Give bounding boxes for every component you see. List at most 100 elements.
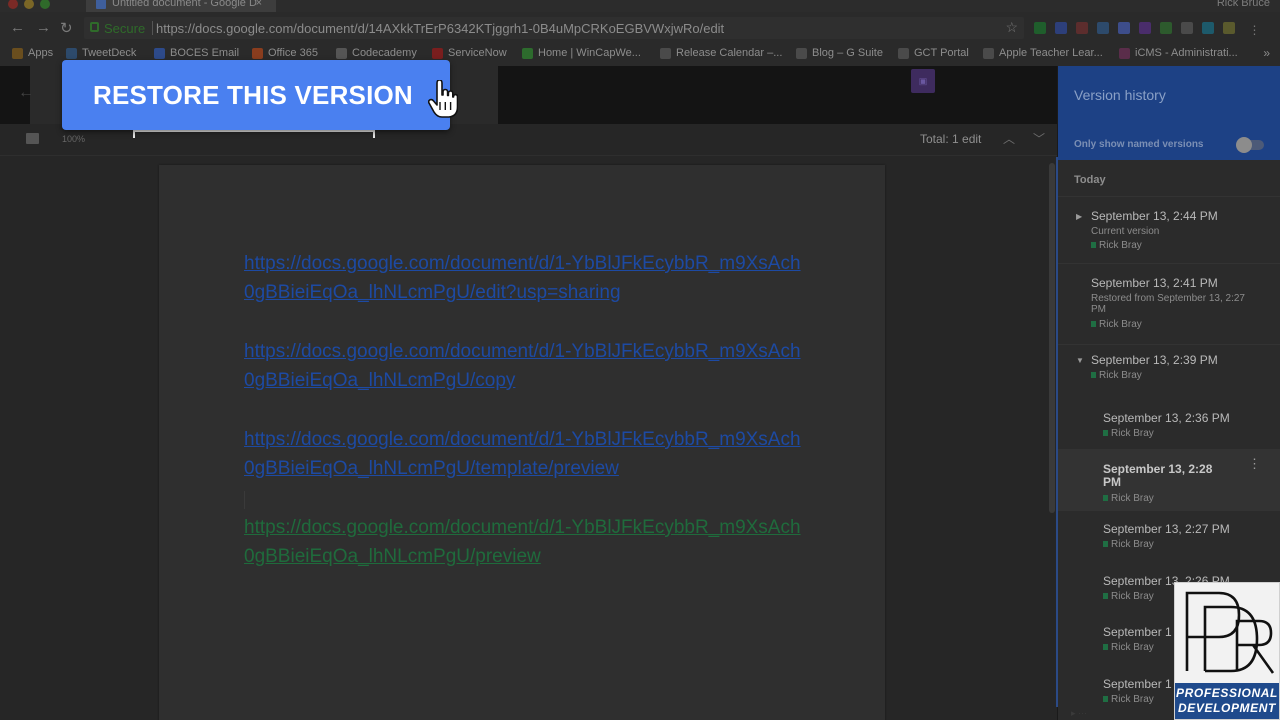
bookmark-favicon-icon	[66, 48, 77, 59]
bookmark-item[interactable]: Release Calendar –...	[660, 47, 782, 59]
google-g-icon	[796, 48, 807, 59]
version-note: Current version	[1091, 226, 1160, 237]
bookmark-item[interactable]: TweetDeck	[66, 47, 136, 59]
version-history-header: Version history Only show named versions	[1058, 66, 1280, 160]
bookmark-item[interactable]: Apps	[12, 47, 53, 59]
back-arrow-icon[interactable]: ←	[18, 84, 34, 102]
apple-icon	[983, 48, 994, 59]
bookmark-favicon-icon	[1119, 48, 1130, 59]
extension-icon[interactable]	[1223, 22, 1235, 34]
version-author: Rick Bray	[1103, 694, 1154, 705]
toggle-knob[interactable]	[1236, 137, 1252, 153]
extension-icon[interactable]	[1118, 22, 1130, 34]
version-author: Rick Bray	[1103, 428, 1154, 439]
chrome-menu-icon[interactable]: ⋮	[1248, 23, 1260, 37]
extension-icon[interactable]	[1076, 22, 1088, 34]
back-arrow-icon[interactable]: ←	[10, 19, 25, 36]
bookmark-favicon-icon	[154, 48, 165, 59]
bookmark-item[interactable]: iCMS - Administrati...	[1119, 47, 1238, 59]
more-bookmarks-icon[interactable]: »	[1263, 46, 1270, 60]
extension-icon[interactable]	[1034, 22, 1046, 34]
version-date: September 13, 2:36 PM	[1103, 411, 1230, 425]
version-author: Rick Bray	[1103, 591, 1154, 602]
version-author: Rick Bray	[1091, 240, 1142, 251]
browser-tab[interactable]: Untitled document - Google D ×	[86, 0, 276, 12]
named-versions-toggle[interactable]	[1236, 137, 1264, 153]
extension-icons: ⋮	[1034, 21, 1269, 39]
minimize-window-icon[interactable]	[24, 0, 34, 9]
section-today: Today	[1074, 174, 1106, 186]
bookmark-item[interactable]: Apple Teacher Lear...	[983, 47, 1103, 59]
bookmark-item[interactable]: ServiceNow	[432, 47, 507, 59]
doc-link-added[interactable]: https://docs.google.com/document/d/1-YbB…	[244, 513, 804, 571]
extension-icon[interactable]	[1181, 22, 1193, 34]
print-icon[interactable]	[26, 133, 39, 144]
profile-name[interactable]: Rick Bruce	[1217, 0, 1270, 9]
bookmark-favicon-icon	[252, 48, 263, 59]
omnibox[interactable]: Secure https://docs.google.com/document/…	[84, 17, 1024, 39]
version-author: Rick Bray	[1091, 370, 1142, 381]
version-author: Rick Bray	[1091, 319, 1142, 330]
version-date: September 13, 2:27 PM	[1103, 522, 1230, 536]
tab-title: Untitled document - Google D	[112, 0, 257, 9]
bookmark-item[interactable]: Home | WinCapWe...	[522, 47, 641, 59]
version-author: Rick Bray	[1103, 493, 1154, 504]
extension-icon[interactable]	[1139, 22, 1151, 34]
google-g-icon	[898, 48, 909, 59]
chevron-down-icon[interactable]: ﹀	[1033, 130, 1045, 147]
extension-icon[interactable]	[1055, 22, 1067, 34]
close-tab-icon[interactable]: ×	[256, 0, 262, 10]
bookmark-item[interactable]: Office 365	[252, 47, 318, 59]
bookmark-star-icon[interactable]: ☆	[1005, 19, 1018, 36]
bookmark-favicon-icon	[432, 48, 443, 59]
extension-icon[interactable]	[1202, 22, 1214, 34]
address-bar-row: ← → ↻ Secure https://docs.google.com/doc…	[0, 12, 1280, 44]
maximize-window-icon[interactable]	[40, 0, 50, 9]
url-text[interactable]: https://docs.google.com/document/d/14AXk…	[156, 21, 724, 36]
bookmark-item[interactable]: Blog – G Suite	[796, 47, 883, 59]
version-date: September 13, 2:28 PM	[1103, 462, 1213, 489]
doc-link[interactable]: https://docs.google.com/document/d/1-YbB…	[244, 337, 804, 395]
version-item[interactable]: ▶ September 13, 2:44 PM Current version …	[1058, 197, 1280, 262]
forward-arrow-icon[interactable]: →	[36, 19, 51, 36]
logo-caption: PROFESSIONAL DEVELOPMENT	[1175, 683, 1279, 719]
pdr-logo: PROFESSIONAL DEVELOPMENT	[1174, 582, 1280, 720]
hand-pointer-icon	[428, 80, 458, 118]
version-history-title: Version history	[1074, 87, 1166, 103]
chevron-up-icon[interactable]: ︿	[1003, 130, 1015, 147]
version-date: September 1	[1103, 677, 1172, 691]
version-subitem[interactable]: September 13, 2:36 PM Rick Bray	[1058, 397, 1280, 449]
browser-titlebar: Untitled document - Google D × Rick Bruc…	[0, 0, 1280, 12]
version-item-expanded[interactable]: ▼ September 13, 2:39 PM Rick Bray	[1058, 345, 1280, 397]
close-window-icon[interactable]	[8, 0, 18, 9]
logo-line-1: PROFESSIONAL	[1176, 686, 1278, 700]
collapse-arrow-icon[interactable]: ▼	[1076, 356, 1084, 365]
pdr-monogram-icon	[1185, 591, 1275, 674]
version-item[interactable]: September 13, 2:41 PM Restored from Sept…	[1058, 264, 1280, 343]
bookmark-item[interactable]: GCT Portal	[898, 47, 969, 59]
text-cursor	[244, 491, 245, 509]
version-date: September 1	[1103, 625, 1172, 639]
version-subitem-selected[interactable]: September 13, 2:28 PM ⋮ Rick Bray	[1058, 449, 1280, 511]
doc-link[interactable]: https://docs.google.com/document/d/1-YbB…	[244, 425, 804, 483]
total-edits: Total: 1 edit	[920, 132, 982, 146]
restore-version-button[interactable]: RESTORE THIS VERSION	[62, 60, 458, 130]
expand-arrow-icon[interactable]: ▶	[1076, 212, 1082, 221]
more-vert-icon[interactable]: ⋮	[1248, 456, 1261, 472]
version-subitem[interactable]: September 13, 2:27 PM Rick Bray	[1058, 514, 1280, 566]
bookmark-item[interactable]: Codecademy	[336, 47, 417, 59]
reload-icon[interactable]: ↻	[60, 19, 73, 37]
apps-grid-icon	[12, 48, 23, 59]
version-date: September 13, 2:44 PM	[1091, 209, 1218, 223]
panel-focus-border	[1056, 157, 1058, 707]
scrollbar-thumb[interactable]	[1049, 163, 1055, 513]
extension-icon[interactable]	[1160, 22, 1172, 34]
doc-link[interactable]: https://docs.google.com/document/d/1-YbB…	[244, 249, 804, 307]
version-date: September 13, 2:41 PM	[1091, 276, 1218, 290]
bookmark-item[interactable]: BOCES Email	[154, 47, 239, 59]
docs-favicon-icon	[96, 0, 106, 9]
panel-footer-text: ▸ ···	[1071, 708, 1088, 718]
addon-icon[interactable]: ▣	[911, 69, 935, 93]
zoom-select[interactable]: 100%	[62, 134, 85, 144]
extension-icon[interactable]	[1097, 22, 1109, 34]
